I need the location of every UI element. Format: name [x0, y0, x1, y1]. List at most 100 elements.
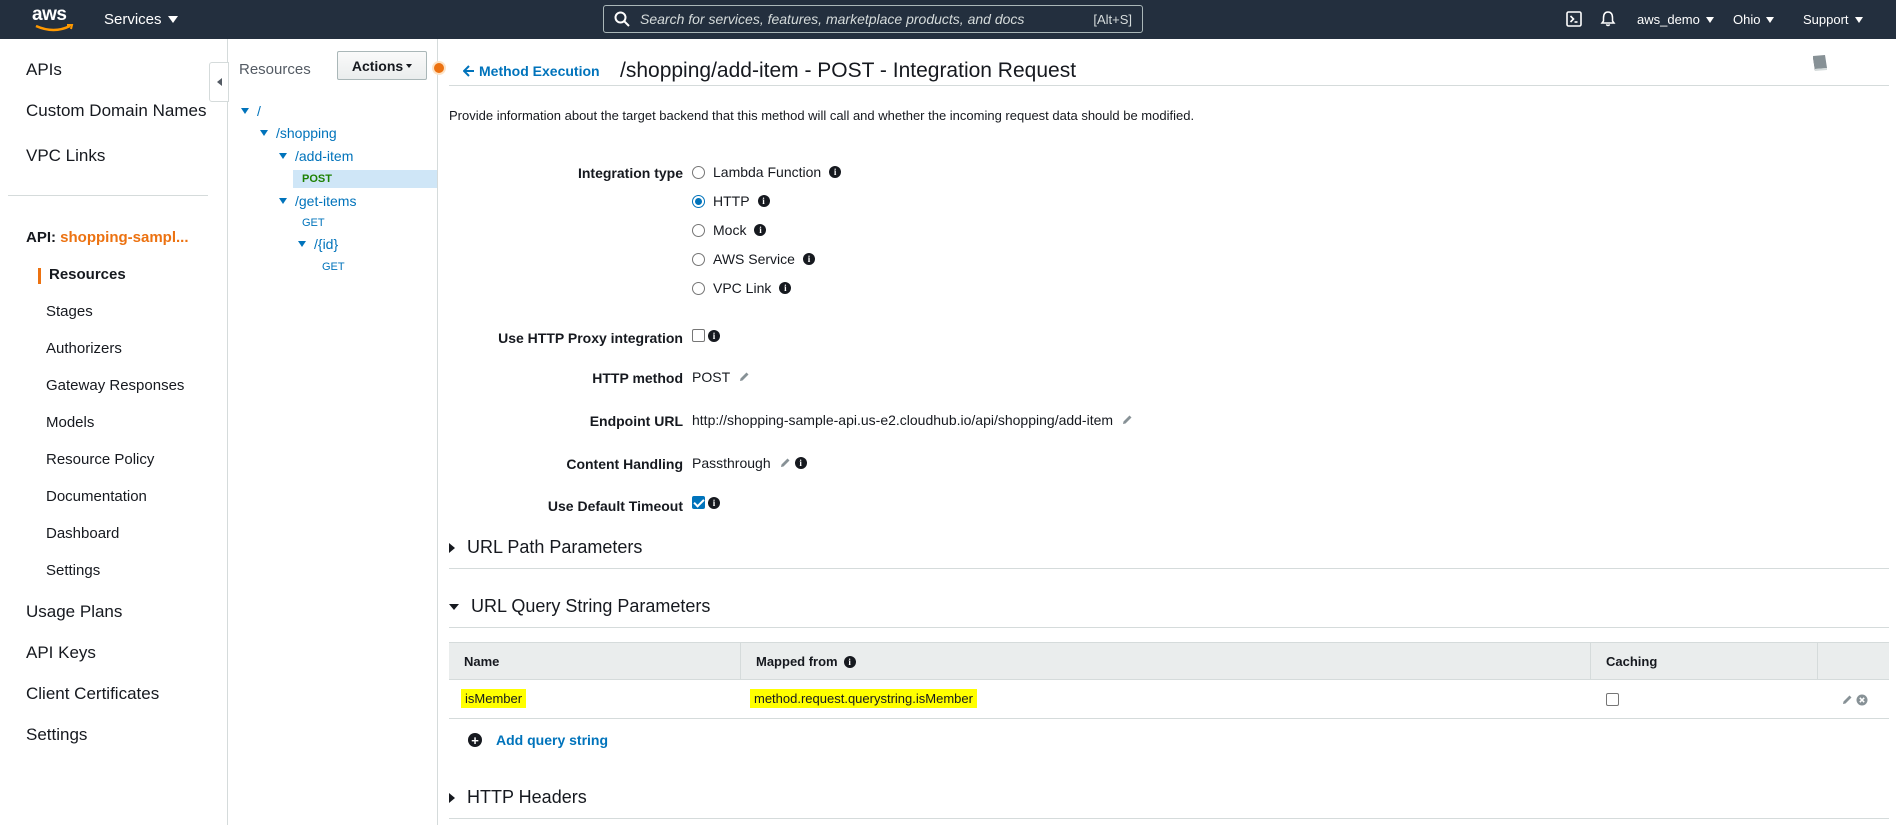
method-execution-link[interactable]: Method Execution	[463, 63, 600, 79]
page-title: /shopping/add-item - POST - Integration …	[620, 59, 1077, 82]
tree-method-get[interactable]: GET	[302, 217, 325, 229]
option-label: AWS Service	[713, 251, 795, 267]
integration-option-vpc-link[interactable]: VPC Link i	[692, 280, 792, 296]
http-proxy-checkbox[interactable]	[692, 329, 705, 342]
url-path-parameters-toggle[interactable]: URL Path Parameters	[449, 537, 642, 558]
edit-pencil-icon[interactable]	[738, 371, 750, 383]
tree-node-id[interactable]: /{id}	[298, 236, 338, 252]
sidebar-item-apis[interactable]: APIs	[26, 60, 62, 80]
bell-icon[interactable]	[1600, 10, 1616, 28]
radio-vpc-link[interactable]	[692, 281, 705, 295]
services-menu[interactable]: Services	[104, 11, 178, 28]
expand-arrow-icon[interactable]	[260, 130, 268, 136]
url-query-string-toggle[interactable]: URL Query String Parameters	[449, 596, 710, 617]
integration-type-label: Integration type	[577, 165, 683, 181]
resources-panel-title: Resources	[239, 61, 311, 78]
integration-option-aws-service[interactable]: AWS Service i	[692, 251, 815, 267]
documentation-book-icon[interactable]	[1809, 53, 1831, 73]
integration-option-lambda[interactable]: Lambda Function i	[692, 164, 842, 180]
column-separator	[740, 643, 741, 680]
default-timeout-checkbox[interactable]	[692, 496, 705, 509]
edit-pencil-icon[interactable]	[779, 457, 791, 469]
resize-handle[interactable]	[432, 61, 446, 75]
expand-arrow-icon[interactable]	[279, 198, 287, 204]
tree-node-root[interactable]: /	[241, 103, 261, 119]
header-label: Mapped from	[756, 654, 838, 669]
chevron-down-icon	[1766, 16, 1775, 23]
column-header-name: Name	[464, 654, 500, 669]
sidebar-item-api-keys[interactable]: API Keys	[26, 643, 96, 663]
sidebar-item-resource-policy[interactable]: Resource Policy	[46, 451, 154, 468]
http-method-label: HTTP method	[592, 370, 683, 386]
caching-checkbox[interactable]	[1606, 693, 1619, 706]
api-name[interactable]: shopping-sampl...	[60, 229, 188, 246]
expand-arrow-icon[interactable]	[279, 153, 287, 159]
sidebar-item-settings[interactable]: Settings	[26, 725, 87, 745]
collapse-sidebar-button[interactable]	[209, 62, 229, 102]
search-input[interactable]	[640, 11, 1080, 27]
http-proxy-control: i	[692, 329, 720, 342]
arrow-left-icon	[463, 65, 474, 77]
actions-dropdown-button[interactable]: Actions	[337, 51, 427, 80]
param-name-cell: isMember	[461, 689, 527, 708]
info-icon[interactable]: i	[754, 224, 767, 236]
method-execution-label: Method Execution	[479, 63, 600, 79]
info-icon[interactable]: i	[802, 253, 815, 265]
content-handling-label: Content Handling	[566, 456, 683, 472]
cloudshell-icon[interactable]	[1566, 11, 1582, 27]
sidebar-item-api-settings[interactable]: Settings	[46, 562, 100, 579]
expand-arrow-icon[interactable]	[241, 108, 249, 114]
sidebar-item-client-certificates[interactable]: Client Certificates	[26, 684, 159, 704]
sidebar-item-custom-domain-names[interactable]: Custom Domain Names	[26, 101, 206, 121]
table-row: isMember method.request.querystring.isMe…	[449, 680, 1889, 719]
param-mapped-from-cell: method.request.querystring.isMember	[750, 689, 977, 708]
sidebar-item-resources[interactable]: Resources	[49, 266, 126, 283]
radio-aws-service[interactable]	[692, 252, 705, 266]
search-box[interactable]: [Alt+S]	[603, 5, 1143, 33]
http-headers-toggle[interactable]: HTTP Headers	[449, 787, 587, 808]
info-icon[interactable]: i	[779, 282, 792, 294]
info-icon[interactable]: i	[794, 457, 807, 469]
edit-pencil-icon[interactable]	[1841, 694, 1853, 706]
sidebar-item-authorizers[interactable]: Authorizers	[46, 340, 122, 357]
tree-node-get-items[interactable]: /get-items	[279, 193, 356, 209]
region-menu[interactable]: Ohio	[1733, 12, 1775, 27]
tree-node-add-item[interactable]: /add-item	[279, 148, 353, 164]
table-header: Name Mapped from i Caching	[449, 642, 1889, 680]
edit-pencil-icon[interactable]	[1121, 414, 1133, 426]
add-query-string-button[interactable]: + Add query string	[468, 732, 608, 748]
radio-http[interactable]	[692, 194, 705, 208]
sidebar-item-vpc-links[interactable]: VPC Links	[26, 146, 105, 166]
chevron-down-icon	[167, 16, 178, 23]
info-icon[interactable]: i	[757, 195, 770, 207]
sidebar-item-gateway-responses[interactable]: Gateway Responses	[46, 377, 184, 394]
api-prefix: API:	[26, 229, 56, 246]
sidebar-item-dashboard[interactable]: Dashboard	[46, 525, 119, 542]
info-icon[interactable]: i	[843, 655, 856, 668]
expand-arrow-icon[interactable]	[298, 241, 306, 247]
info-icon[interactable]: i	[708, 329, 720, 342]
info-icon[interactable]: i	[829, 166, 842, 178]
account-menu[interactable]: aws_demo	[1637, 12, 1714, 27]
integration-option-mock[interactable]: Mock i	[692, 222, 767, 238]
tree-node-shopping[interactable]: /shopping	[260, 125, 337, 141]
aws-logo[interactable]: aws	[32, 4, 78, 34]
sidebar-item-models[interactable]: Models	[46, 414, 94, 431]
tree-method-get-id[interactable]: GET	[322, 261, 345, 273]
info-icon[interactable]: i	[708, 496, 720, 509]
section-divider	[449, 818, 1889, 819]
logo-text: aws	[32, 4, 67, 25]
sidebar-item-stages[interactable]: Stages	[46, 303, 93, 320]
delete-icon[interactable]	[1856, 694, 1868, 706]
radio-lambda[interactable]	[692, 165, 705, 179]
sidebar-item-usage-plans[interactable]: Usage Plans	[26, 602, 122, 622]
sidebar-item-documentation[interactable]: Documentation	[46, 488, 147, 505]
account-label: aws_demo	[1637, 12, 1700, 27]
logo-smile-icon	[35, 24, 74, 32]
integration-option-http[interactable]: HTTP i	[692, 193, 770, 209]
tree-method-post[interactable]: POST	[293, 170, 437, 188]
support-menu[interactable]: Support	[1803, 12, 1863, 27]
column-header-mapped-from: Mapped from i	[756, 654, 856, 669]
actions-label: Actions	[351, 57, 404, 74]
radio-mock[interactable]	[692, 223, 705, 237]
